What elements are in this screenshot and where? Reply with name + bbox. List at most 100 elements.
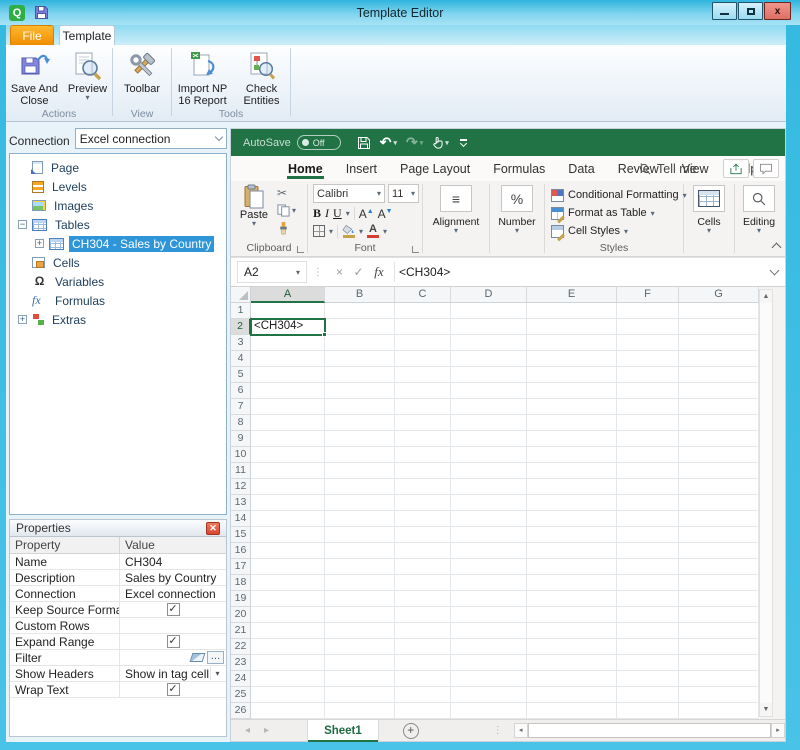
cell-B13[interactable]	[325, 495, 395, 511]
chevron-down-icon[interactable]: ▾	[393, 139, 397, 147]
cell-E19[interactable]	[527, 591, 617, 607]
close-button[interactable]: x	[764, 2, 791, 20]
minimize-button[interactable]	[712, 2, 737, 20]
underline-button[interactable]: U	[333, 206, 342, 221]
cell-B7[interactable]	[325, 399, 395, 415]
property-value[interactable]: Sales by Country	[120, 570, 226, 585]
cell-B11[interactable]	[325, 463, 395, 479]
chevron-down-icon[interactable]: ▾	[420, 139, 424, 147]
cell-C15[interactable]	[395, 527, 451, 543]
row-header-19[interactable]: 19	[231, 591, 251, 607]
cell-A8[interactable]	[251, 415, 325, 431]
cell-B6[interactable]	[325, 383, 395, 399]
save-icon[interactable]	[357, 136, 371, 150]
previous-sheet-icon[interactable]: ◂	[245, 725, 250, 736]
cell-B17[interactable]	[325, 559, 395, 575]
cell-G26[interactable]	[679, 703, 759, 719]
formula-bar-handle[interactable]: ⋮	[313, 267, 324, 278]
cell-A5[interactable]	[251, 367, 325, 383]
cell-D16[interactable]	[451, 543, 527, 559]
column-header-C[interactable]: C	[395, 287, 451, 303]
row-header-6[interactable]: 6	[231, 383, 251, 399]
row-header-15[interactable]: 15	[231, 527, 251, 543]
cell-A17[interactable]	[251, 559, 325, 575]
row-header-26[interactable]: 26	[231, 703, 251, 719]
chevron-down-icon[interactable]	[215, 133, 223, 141]
cell-B10[interactable]	[325, 447, 395, 463]
cell-C23[interactable]	[395, 655, 451, 671]
cell-F5[interactable]	[617, 367, 679, 383]
cell-G3[interactable]	[679, 335, 759, 351]
cell-G4[interactable]	[679, 351, 759, 367]
cell-G16[interactable]	[679, 543, 759, 559]
tree-item-cells[interactable]: Cells	[10, 253, 226, 272]
cell-A16[interactable]	[251, 543, 325, 559]
column-header-B[interactable]: B	[325, 287, 395, 303]
scroll-right-icon[interactable]: ▸	[771, 723, 785, 738]
fill-handle[interactable]	[322, 332, 327, 337]
row-header-25[interactable]: 25	[231, 687, 251, 703]
italic-button[interactable]: I	[325, 206, 329, 221]
font-size-combobox[interactable]: 11▾	[388, 184, 419, 203]
cell-E3[interactable]	[527, 335, 617, 351]
property-value[interactable]: CH304	[120, 554, 226, 569]
cell-D20[interactable]	[451, 607, 527, 623]
cell-E5[interactable]	[527, 367, 617, 383]
tree-item-extras[interactable]: +Extras	[10, 310, 226, 329]
cell-D15[interactable]	[451, 527, 527, 543]
cell-C19[interactable]	[395, 591, 451, 607]
excel-tab-data[interactable]: Data	[567, 159, 595, 179]
cell-A18[interactable]	[251, 575, 325, 591]
checkbox[interactable]: ✓	[167, 635, 180, 648]
comments-button[interactable]	[753, 159, 779, 178]
cell-D23[interactable]	[451, 655, 527, 671]
cell-G9[interactable]	[679, 431, 759, 447]
cut-button[interactable]: ✂	[277, 185, 296, 200]
sheet-tab-sheet1[interactable]: Sheet1	[307, 720, 379, 742]
font-family-combobox[interactable]: Calibri▾	[313, 184, 385, 203]
minus-expander-icon[interactable]: −	[18, 220, 27, 229]
cell-E21[interactable]	[527, 623, 617, 639]
row-header-1[interactable]: 1	[231, 303, 251, 319]
cell-G7[interactable]	[679, 399, 759, 415]
dropdown-arrow-icon[interactable]: ▾	[329, 229, 333, 234]
row-header-21[interactable]: 21	[231, 623, 251, 639]
row-header-20[interactable]: 20	[231, 607, 251, 623]
excel-tab-page-layout[interactable]: Page Layout	[399, 159, 471, 179]
cell-E13[interactable]	[527, 495, 617, 511]
conditional-formatting-button[interactable]: Conditional Formatting ▾	[551, 186, 683, 204]
cell-F4[interactable]	[617, 351, 679, 367]
cell-B4[interactable]	[325, 351, 395, 367]
dropdown-arrow-icon[interactable]: ▾	[411, 191, 415, 196]
cancel-entry-button[interactable]: ×	[330, 265, 349, 279]
cell-D6[interactable]	[451, 383, 527, 399]
cell-D13[interactable]	[451, 495, 527, 511]
row-header-5[interactable]: 5	[231, 367, 251, 383]
bold-button[interactable]: B	[313, 206, 321, 221]
cell-F15[interactable]	[617, 527, 679, 543]
dropdown-arrow-icon[interactable]: ▾	[377, 191, 381, 196]
tree-item-page[interactable]: Page	[10, 158, 226, 177]
cell-E16[interactable]	[527, 543, 617, 559]
cell-E15[interactable]	[527, 527, 617, 543]
checkbox[interactable]: ✓	[167, 683, 180, 696]
row-header-7[interactable]: 7	[231, 399, 251, 415]
cell-C8[interactable]	[395, 415, 451, 431]
excel-tab-formulas[interactable]: Formulas	[492, 159, 546, 179]
cell-C3[interactable]	[395, 335, 451, 351]
eraser-icon[interactable]	[190, 653, 206, 662]
property-value[interactable]: ✓	[120, 602, 226, 617]
column-header-A[interactable]: A	[251, 287, 325, 303]
cell-E18[interactable]	[527, 575, 617, 591]
cell-B25[interactable]	[325, 687, 395, 703]
new-sheet-button[interactable]: +	[403, 723, 419, 739]
tree-item-variables[interactable]: ΩVariables	[10, 272, 226, 291]
cell-E26[interactable]	[527, 703, 617, 719]
alignment-group-button[interactable]: ≡ Alignment ▾	[423, 181, 489, 256]
row-header-11[interactable]: 11	[231, 463, 251, 479]
cell-D21[interactable]	[451, 623, 527, 639]
touch-mode-icon[interactable]: ▾	[432, 136, 449, 149]
cell-E6[interactable]	[527, 383, 617, 399]
column-header-G[interactable]: G	[679, 287, 759, 303]
cell-B23[interactable]	[325, 655, 395, 671]
